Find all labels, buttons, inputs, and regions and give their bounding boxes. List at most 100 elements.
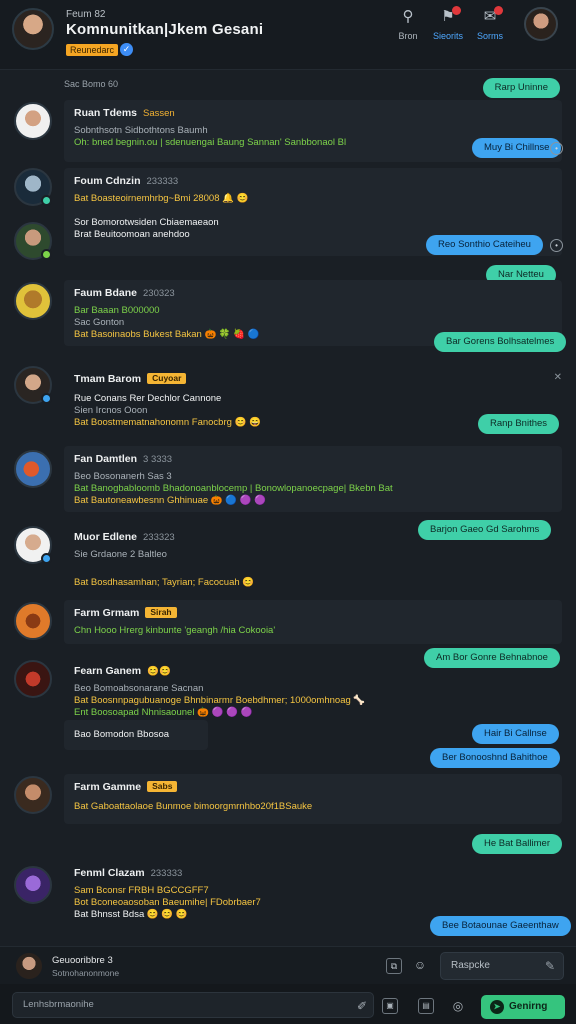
member-avatar[interactable]	[14, 282, 52, 320]
user-avatar[interactable]	[524, 7, 558, 41]
message-card[interactable]: Fenml Clazam 233333 Sam Bconsr FRBH BGCCG…	[64, 860, 562, 924]
reply-bubble[interactable]: Ber Bonooshnd Bahithoe	[430, 748, 560, 768]
member-name[interactable]: Ruan Tdems	[74, 107, 137, 119]
more-icon[interactable]: •	[550, 239, 563, 252]
send-icon: ➤	[490, 1000, 504, 1014]
member-meta: 233333	[150, 868, 183, 879]
reply-bubble[interactable]: Rarp Uninne	[482, 78, 560, 98]
notifications-label: Sieorits	[432, 31, 463, 41]
reply-bubble[interactable]: Muy Bi Chillnse	[472, 138, 562, 158]
message-feed[interactable]: Sac Bomo 60 Rarp Uninne Ruan Tdems Sassen…	[0, 72, 576, 946]
member-meta: 3 3333	[143, 454, 173, 465]
message-line: Sam Bconsr FRBH BGCCGFF7	[74, 885, 209, 896]
member-meta: 233323	[143, 532, 175, 543]
gallery-icon[interactable]: ▤	[418, 998, 434, 1014]
community-tag[interactable]: Reunedarc	[66, 44, 119, 56]
chat-icon: ✉	[481, 6, 503, 26]
search-button[interactable]: ⚲ Bron	[386, 8, 430, 44]
member-meta: 233333	[146, 176, 179, 187]
date-divider: Sac Bomo 60	[64, 79, 119, 89]
message-line: Chn Hooo Hrerg kinbunte 'geangh /hia Cok…	[74, 625, 276, 636]
member-avatar[interactable]	[14, 660, 52, 698]
verified-status-icon	[41, 553, 52, 564]
reply-bubble[interactable]: Bee Botaounae Gaeenthaw	[430, 916, 571, 936]
member-meta: 230323	[143, 288, 175, 299]
message-line: Bat Boasteoirnemhrbg~Bmi 28008 🔔 😊	[74, 193, 249, 204]
member-avatar[interactable]	[14, 866, 52, 904]
reply-bubble[interactable]: Reo Sonthio Cateiheu	[426, 235, 543, 255]
more-icon[interactable]: •	[550, 142, 563, 155]
messages-button[interactable]: ✉ Sorms	[468, 6, 512, 44]
member-avatar[interactable]	[14, 602, 52, 640]
member-name[interactable]: Foum Cdnzin	[74, 175, 141, 187]
reply-bubble[interactable]: Hair Bi Callnse	[472, 724, 559, 744]
message-line: Bat Banogbabloomb Bhadonoanblocemp | Bon…	[74, 483, 393, 494]
message-line: Beo Bomoabsonarane Sacnan	[74, 683, 204, 694]
active-avatar[interactable]	[16, 953, 42, 979]
member-name[interactable]: Fenml Clazam	[74, 867, 145, 879]
member-name[interactable]: Tmam Barom	[74, 373, 141, 385]
message-line: Bat Boosnnpagubuanoge Bhnbinarmr Boebdhm…	[74, 695, 366, 706]
message-line: Bao Bomodon Bbosoa	[74, 729, 170, 740]
react-icon[interactable]: ☺	[412, 958, 428, 974]
app-header: Feum 82 Komnunitkan|Jkem Gesani Reunedar…	[0, 0, 576, 70]
message-line: Sobnthsotn Sidbothtons Baumh	[74, 125, 208, 136]
notification-badge	[452, 6, 461, 15]
online-status-icon	[41, 195, 52, 206]
bell-icon: ⚑	[439, 6, 461, 26]
header-subtitle: Feum 82	[66, 9, 106, 20]
composer: Lenhsbrmaonihe ✐ ▣ ▤ ◎ ➤ Genirng	[0, 984, 576, 1024]
verified-status-icon	[41, 393, 52, 404]
message-card[interactable]: Farm Gamme Sabs Bat Gaboattaolaoe Bunmoe …	[64, 774, 562, 824]
copy-icon[interactable]: ⧉	[386, 958, 402, 974]
message-line: Bot Bconeoaosoban Baeumihe| FDobrbaer7	[74, 897, 261, 908]
member-avatar[interactable]	[14, 222, 52, 260]
message-card[interactable]: Muor Edlene 233323 Sie Grdaone 2 Baltleo …	[64, 524, 562, 590]
message-line: Ent Boosoapad Nhnisaounel 🎃 🟣 🟣 🟣	[74, 707, 253, 718]
send-button[interactable]: ➤ Genirng	[481, 995, 565, 1019]
reply-bubble[interactable]: He Bat Ballimer	[472, 834, 562, 854]
member-name[interactable]: Farm Grmam	[74, 607, 139, 619]
page-title: Komnunitkan|Jkem Gesani	[66, 21, 264, 38]
member-avatar[interactable]	[14, 776, 52, 814]
quick-reply-placeholder: Raspcke	[451, 960, 490, 971]
member-avatar[interactable]	[14, 102, 52, 140]
member-meta: 😊😊	[147, 666, 171, 677]
search-label: Bron	[398, 31, 418, 41]
message-line: Sien Ircnos Ooon	[74, 405, 148, 416]
member-name[interactable]: Fearn Ganem	[74, 665, 141, 677]
message-card[interactable]: Fearn Ganem 😊😊 Beo Bomoabsonarane Sacnan …	[64, 658, 562, 718]
member-avatar[interactable]	[14, 450, 52, 488]
message-line: Sie Grdaone 2 Baltleo	[74, 549, 167, 560]
message-line: Bat Bautoneawbesnn Ghhinuae 🎃 🔵 🟣 🟣	[74, 495, 267, 506]
send-label: Genirng	[509, 1001, 548, 1012]
reply-bubble[interactable]: Ranp Bnithes	[478, 414, 560, 434]
reply-bubble[interactable]: Bar Gorens Bolhsatelmes	[434, 332, 567, 352]
message-badge	[494, 6, 503, 15]
member-name[interactable]: Fan Damtlen	[74, 453, 137, 465]
image-icon[interactable]: ▣	[382, 998, 398, 1014]
emoji-icon[interactable]: ◎	[450, 998, 466, 1014]
active-thread-bar: Geuooribbre 3 Sotnohanonmone ⧉ ☺ Raspcke…	[0, 946, 576, 984]
member-name[interactable]: Farm Gamme	[74, 781, 141, 793]
message-line: Bat Bosdhasamhan; Tayrian; Facocuah 😊	[74, 577, 255, 588]
member-name[interactable]: Muor Edlene	[74, 531, 137, 543]
member-meta: Sassen	[143, 108, 175, 119]
message-input[interactable]: Lenhsbrmaonihe	[12, 992, 374, 1018]
pencil-icon: ✎	[544, 959, 555, 973]
message-card[interactable]: Bao Bomodon Bbosoa	[64, 720, 208, 750]
member-avatar[interactable]	[14, 168, 52, 206]
active-title[interactable]: Geuooribbre 3	[52, 955, 113, 966]
notifications-button[interactable]: ⚑ Sieorits	[426, 6, 470, 44]
search-icon: ⚲	[402, 8, 414, 25]
message-line	[74, 561, 552, 573]
message-card[interactable]: Fan Damtlen 3 3333 Beo Bosonanerh Sas 3 B…	[64, 446, 562, 512]
community-avatar[interactable]	[12, 8, 54, 50]
message-card[interactable]: Farm Grmam Sirah Chn Hooo Hrerg kinbunte …	[64, 600, 562, 644]
member-name[interactable]: Faum Bdane	[74, 287, 137, 299]
member-avatar[interactable]	[14, 366, 52, 404]
quick-reply-input[interactable]: Raspcke ✎	[440, 952, 564, 980]
member-badge: Cuyoar	[147, 373, 187, 384]
member-avatar[interactable]	[14, 526, 52, 564]
attach-icon[interactable]: ✐	[354, 998, 370, 1014]
